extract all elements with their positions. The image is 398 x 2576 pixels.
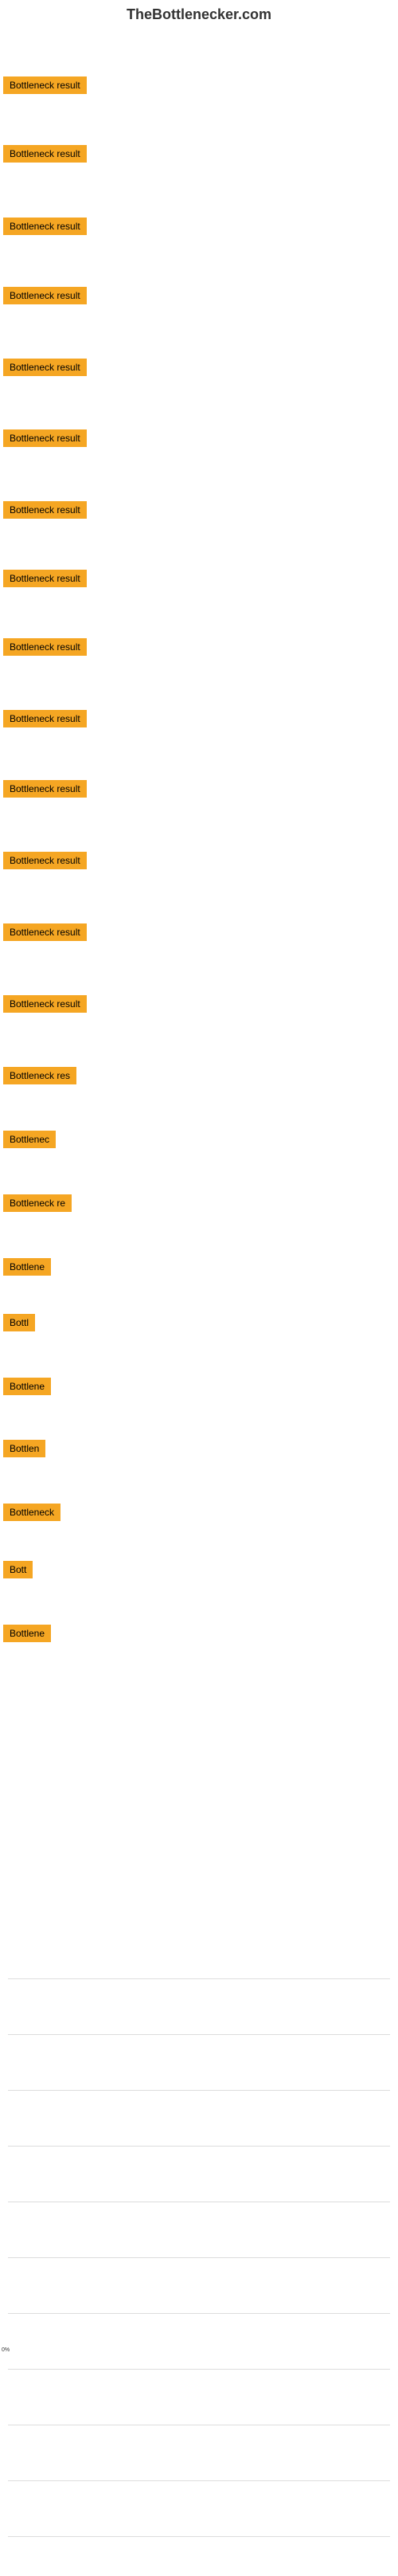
bottleneck-badge[interactable]: Bottleneck result xyxy=(3,995,87,1013)
bottleneck-item: Bottleneck result xyxy=(0,919,90,950)
divider-line xyxy=(8,1978,390,1979)
bottleneck-badge[interactable]: Bott xyxy=(3,1561,33,1578)
bottleneck-item: Bottlene xyxy=(0,1620,54,1651)
divider-line xyxy=(8,2480,390,2481)
divider-line xyxy=(8,2369,390,2370)
bottleneck-item: Bottleneck result xyxy=(0,565,90,596)
bottleneck-item: Bottlen xyxy=(0,1435,49,1466)
bottleneck-item: Bott xyxy=(0,1556,36,1587)
bottleneck-badge[interactable]: Bottleneck re xyxy=(3,1194,72,1212)
bottleneck-badge[interactable]: Bottl xyxy=(3,1314,35,1331)
bottleneck-badge[interactable]: Bottleneck result xyxy=(3,287,87,304)
bottleneck-container: 0% Bottleneck result Bottleneck result Bot… xyxy=(0,26,398,2576)
site-title: TheBottlenecker.com xyxy=(0,0,398,26)
bottleneck-item: Bottleneck result xyxy=(0,425,90,456)
bottleneck-badge[interactable]: Bottleneck result xyxy=(3,218,87,235)
divider-line xyxy=(8,2034,390,2035)
divider-line xyxy=(8,2090,390,2091)
bottleneck-badge[interactable]: Bottleneck result xyxy=(3,145,87,163)
bottleneck-item: Bottleneck result xyxy=(0,775,90,806)
bottleneck-badge[interactable]: Bottleneck result xyxy=(3,780,87,798)
bottleneck-item: Bottleneck result xyxy=(0,990,90,1021)
small-label: 0% xyxy=(2,2347,10,2353)
bottleneck-item: Bottleneck result xyxy=(0,72,90,103)
divider-line xyxy=(8,2146,390,2147)
bottleneck-item: Bottleneck result xyxy=(0,633,90,665)
bottleneck-badge[interactable]: Bottlene xyxy=(3,1625,51,1642)
bottleneck-item: Bottleneck result xyxy=(0,140,90,171)
bottleneck-badge[interactable]: Bottlene xyxy=(3,1378,51,1395)
divider-line xyxy=(8,2313,390,2314)
bottleneck-badge[interactable]: Bottleneck result xyxy=(3,923,87,941)
bottleneck-badge[interactable]: Bottleneck result xyxy=(3,570,87,587)
bottleneck-item: Bottleneck result xyxy=(0,354,90,385)
bottleneck-item: Bottl xyxy=(0,1309,38,1340)
bottleneck-item: Bottleneck re xyxy=(0,1190,75,1221)
bottleneck-item: Bottleneck result xyxy=(0,213,90,244)
bottleneck-badge[interactable]: Bottleneck result xyxy=(3,638,87,656)
bottleneck-item: Bottlene xyxy=(0,1373,54,1404)
bottleneck-item: Bottleneck result xyxy=(0,847,90,878)
bottleneck-badge[interactable]: Bottleneck result xyxy=(3,501,87,519)
bottleneck-badge[interactable]: Bottlenec xyxy=(3,1131,56,1148)
bottleneck-item: Bottleneck res xyxy=(0,1062,80,1093)
bottleneck-badge[interactable]: Bottleneck result xyxy=(3,76,87,94)
bottleneck-badge[interactable]: Bottleneck result xyxy=(3,429,87,447)
bottleneck-item: Bottleneck result xyxy=(0,282,90,313)
bottleneck-badge[interactable]: Bottleneck result xyxy=(3,359,87,376)
bottleneck-item: Bottlene xyxy=(0,1253,54,1284)
bottleneck-badge[interactable]: Bottleneck result xyxy=(3,710,87,727)
bottleneck-item: Bottleneck result xyxy=(0,705,90,736)
bottleneck-badge[interactable]: Bottleneck result xyxy=(3,852,87,869)
bottleneck-badge[interactable]: Bottlen xyxy=(3,1440,45,1457)
divider-line xyxy=(8,2257,390,2258)
bottleneck-badge[interactable]: Bottleneck res xyxy=(3,1067,76,1084)
bottleneck-item: Bottleneck result xyxy=(0,496,90,527)
bottleneck-badge[interactable]: Bottleneck xyxy=(3,1504,60,1521)
bottleneck-item: Bottlenec xyxy=(0,1126,59,1157)
bottleneck-badge[interactable]: Bottlene xyxy=(3,1258,51,1276)
bottleneck-item: Bottleneck xyxy=(0,1499,64,1530)
divider-line xyxy=(8,2536,390,2537)
